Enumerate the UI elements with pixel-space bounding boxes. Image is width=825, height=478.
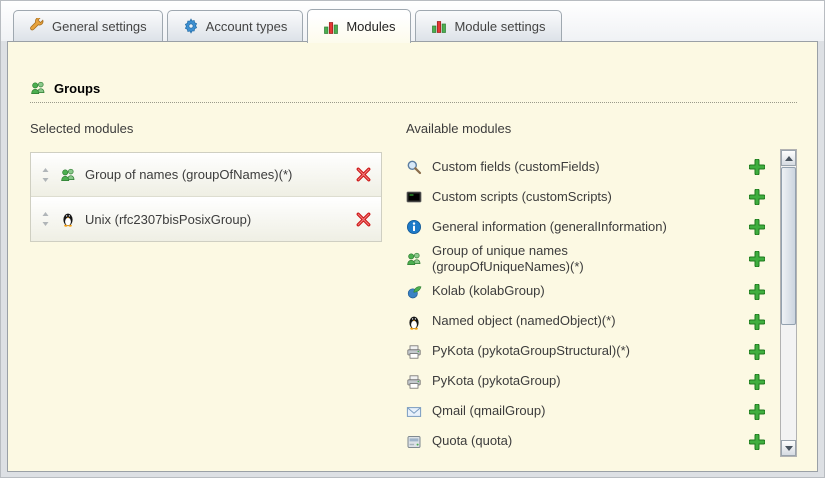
available-module-row: General information (generalInformation) — [406, 212, 765, 242]
available-module-label: Group of unique names (groupOfUniqueName… — [432, 243, 684, 276]
arrow-down-icon — [785, 446, 793, 451]
available-module-row: Custom fields (customFields) — [406, 152, 765, 182]
section-title: Groups — [54, 81, 100, 96]
available-module-label: General information (generalInformation) — [432, 219, 667, 235]
printer-icon — [406, 344, 422, 360]
magnifier-icon — [406, 159, 422, 175]
info-icon — [406, 219, 422, 235]
quota-icon — [406, 434, 422, 450]
available-module-label: Custom fields (customFields) — [432, 159, 600, 175]
module-columns: Selected modules Group of names (groupOf… — [30, 113, 797, 457]
available-modules-heading: Available modules — [406, 121, 765, 136]
script-icon — [406, 189, 422, 205]
selected-modules-column: Selected modules Group of names (groupOf… — [30, 113, 382, 457]
available-module-row: Qmail (qmailGroup) — [406, 397, 765, 427]
add-module-button[interactable] — [749, 374, 765, 390]
available-module-row: PyKota (pykotaGroup) — [406, 367, 765, 397]
add-module-button[interactable] — [749, 189, 765, 205]
penguin-icon — [406, 314, 422, 330]
scroll-up-button[interactable] — [781, 150, 796, 166]
add-module-button[interactable] — [749, 434, 765, 450]
gear-icon — [183, 18, 199, 34]
selected-modules-list: Group of names (groupOfNames)(*) Unix (rf… — [30, 152, 382, 242]
tab-label: Modules — [346, 19, 395, 34]
available-module-label: Named object (namedObject)(*) — [432, 313, 616, 329]
available-module-label: Custom scripts (customScripts) — [432, 189, 612, 205]
add-module-button[interactable] — [749, 159, 765, 175]
tab-modules[interactable]: Modules — [307, 9, 411, 43]
penguin-icon — [60, 211, 76, 227]
available-modules-list: Custom fields (customFields) Custom scrip… — [406, 152, 765, 457]
available-module-label: Quota (quota) — [432, 433, 512, 449]
tab-account-types[interactable]: Account types — [167, 10, 304, 41]
drag-handle-icon[interactable] — [40, 168, 51, 182]
tab-general-settings[interactable]: General settings — [13, 10, 163, 41]
modules-panel: Groups Selected modules Group of names (… — [7, 41, 818, 472]
group-icon — [30, 80, 46, 96]
kolab-icon — [406, 284, 422, 300]
available-module-row: Custom scripts (customScripts) — [406, 182, 765, 212]
scrollbar-thumb[interactable] — [781, 167, 796, 325]
available-module-label: Kolab (kolabGroup) — [432, 283, 545, 299]
remove-module-button[interactable] — [355, 211, 372, 228]
lam-config-page: General settings Account types Modules M… — [0, 0, 825, 478]
add-module-button[interactable] — [749, 344, 765, 360]
drag-handle-icon[interactable] — [40, 212, 51, 226]
selected-module-row: Group of names (groupOfNames)(*) — [31, 153, 381, 197]
group-icon — [60, 167, 76, 183]
available-module-row: Quota (quota) — [406, 427, 765, 457]
available-module-row: Named object (namedObject)(*) — [406, 307, 765, 337]
printer-icon — [406, 374, 422, 390]
scroll-down-button[interactable] — [781, 440, 796, 456]
tab-label: General settings — [52, 19, 147, 34]
selected-module-row: Unix (rfc2307bisPosixGroup) — [31, 197, 381, 241]
add-module-button[interactable] — [749, 251, 765, 267]
arrow-up-icon — [785, 156, 793, 161]
available-module-row: PyKota (pykotaGroupStructural)(*) — [406, 337, 765, 367]
modules-icon — [323, 19, 339, 35]
section-header: Groups — [30, 80, 797, 103]
add-module-button[interactable] — [749, 219, 765, 235]
group-icon — [406, 251, 422, 267]
add-module-button[interactable] — [749, 284, 765, 300]
available-modules-column: Available modules Custom fields (customF… — [406, 113, 797, 457]
selected-modules-heading: Selected modules — [30, 121, 382, 136]
tab-label: Account types — [206, 19, 288, 34]
mail-icon — [406, 404, 422, 420]
tab-label: Module settings — [454, 19, 545, 34]
tab-module-settings[interactable]: Module settings — [415, 10, 561, 41]
available-module-label: PyKota (pykotaGroup) — [432, 373, 561, 389]
remove-module-button[interactable] — [355, 166, 372, 183]
selected-module-label: Unix (rfc2307bisPosixGroup) — [85, 212, 251, 227]
modules-icon — [431, 18, 447, 34]
available-module-label: PyKota (pykotaGroupStructural)(*) — [432, 343, 630, 359]
scrollbar[interactable] — [780, 149, 797, 457]
tab-bar: General settings Account types Modules M… — [1, 1, 824, 41]
wrench-icon — [29, 18, 45, 34]
add-module-button[interactable] — [749, 404, 765, 420]
available-module-label: Qmail (qmailGroup) — [432, 403, 545, 419]
available-module-row: Kolab (kolabGroup) — [406, 277, 765, 307]
available-module-row: Group of unique names (groupOfUniqueName… — [406, 242, 765, 277]
add-module-button[interactable] — [749, 314, 765, 330]
selected-module-label: Group of names (groupOfNames)(*) — [85, 167, 292, 182]
